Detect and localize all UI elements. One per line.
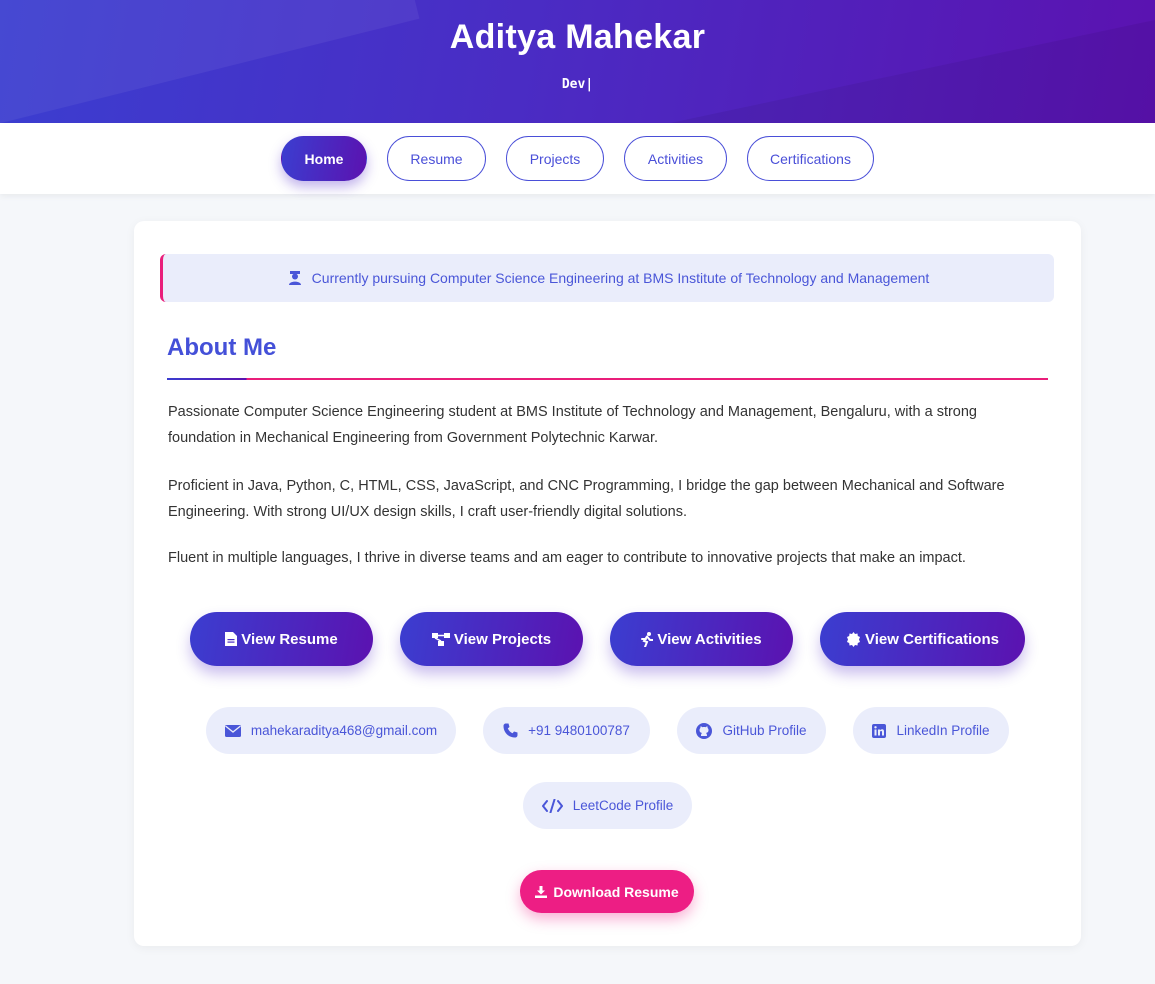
nav-projects[interactable]: Projects [506,136,604,181]
phone-text: +91 9480100787 [528,723,630,738]
email-text: mahekaraditya468@gmail.com [250,723,438,738]
title-underline [167,378,1048,380]
nav-activities[interactable]: Activities [624,136,727,181]
certificate-icon [846,631,861,647]
main-nav: Home Resume Projects Activities Certific… [0,123,1155,194]
graduate-icon [288,271,302,285]
profile-name: Aditya Mahekar [449,18,706,56]
github-link[interactable]: GitHub Profile [677,707,826,754]
linkedin-icon [872,723,887,738]
nav-resume[interactable]: Resume [387,136,486,181]
linkedin-link[interactable]: LinkedIn Profile [853,707,1009,754]
contact-links: mahekaraditya468@gmail.com +91 948010078… [134,707,1081,754]
view-resume-button[interactable]: View Resume [190,612,373,666]
view-resume-label: View Resume [241,630,338,648]
envelope-icon [224,724,241,737]
download-icon [535,885,548,898]
leetcode-text: LeetCode Profile [572,798,674,813]
nav-home[interactable]: Home [281,136,367,181]
action-buttons: View Resume View Projects View Activitie… [134,612,1081,666]
about-title: About Me [167,334,277,361]
about-card: Currently pursuing Computer Science Engi… [134,221,1081,946]
notice-text: Currently pursuing Computer Science Engi… [311,270,930,286]
nav-certifications[interactable]: Certifications [747,136,874,181]
education-notice: Currently pursuing Computer Science Engi… [160,254,1054,302]
contact-links-row-2: LeetCode Profile [134,782,1081,829]
view-projects-button[interactable]: View Projects [400,612,583,666]
view-projects-label: View Projects [453,630,552,648]
github-text: GitHub Profile [722,723,807,738]
view-activities-button[interactable]: View Activities [610,612,793,666]
project-diagram-icon [431,632,450,646]
about-paragraph: Passionate Computer Science Engineering … [168,404,977,446]
github-icon [696,722,713,739]
email-link[interactable]: mahekaraditya468@gmail.com [206,707,456,754]
view-certifications-button[interactable]: View Certifications [820,612,1025,666]
code-icon [541,798,563,813]
view-certifications-label: View Certifications [865,630,999,648]
phone-link[interactable]: +91 9480100787 [483,707,650,754]
download-resume-button[interactable]: Download Resume [520,870,694,913]
linkedin-text: LinkedIn Profile [896,723,990,738]
about-paragraph: Fluent in multiple languages, I thrive i… [168,550,966,566]
running-icon [641,631,654,647]
site-header: Aditya Mahekar Dev| [0,0,1155,123]
phone-icon [503,723,518,738]
about-paragraph: Proficient in Java, Python, C, HTML, CSS… [168,478,1005,520]
download-resume-label: Download Resume [553,883,679,900]
document-icon [225,632,238,646]
typing-role-text: Dev| [561,77,594,92]
leetcode-link[interactable]: LeetCode Profile [523,782,692,829]
view-activities-label: View Activities [657,630,762,648]
